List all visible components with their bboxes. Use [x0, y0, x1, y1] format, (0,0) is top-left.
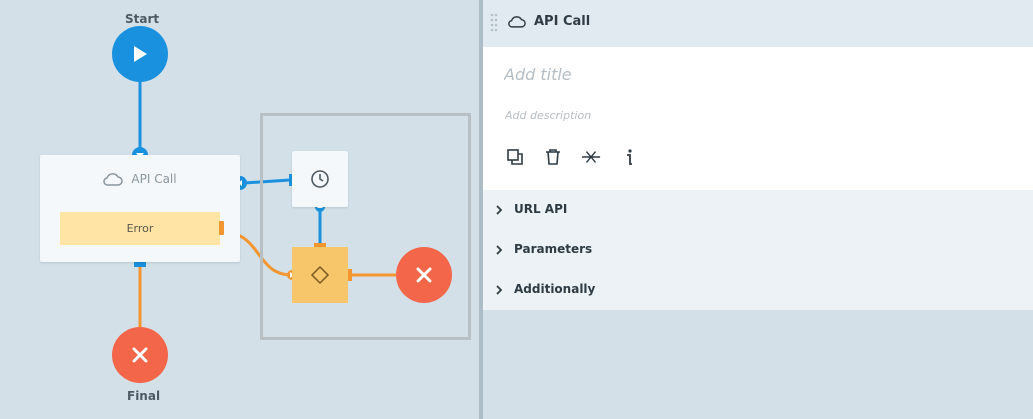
final-label: Final — [127, 389, 161, 403]
panel-body — [483, 47, 1033, 190]
panel-header: API Call — [483, 0, 1033, 47]
flow-canvas[interactable]: Start API Call Error Final — [0, 0, 479, 419]
chevron-right-icon — [496, 205, 503, 215]
api-call-node[interactable]: API Call Error — [40, 155, 240, 262]
play-icon — [134, 46, 147, 62]
diamond-icon — [310, 265, 330, 285]
api-output-port — [134, 262, 146, 267]
section-url-api[interactable]: URL API — [483, 190, 1033, 230]
delete-icon — [546, 149, 560, 165]
section-parameters[interactable]: Parameters — [483, 230, 1033, 270]
section-additionally[interactable]: Additionally — [483, 270, 1033, 310]
close-icon — [416, 267, 432, 283]
condition-node[interactable] — [292, 247, 348, 303]
error-branch[interactable]: Error — [60, 212, 220, 245]
panel-title: API Call — [534, 14, 591, 29]
disconnect-icon — [581, 151, 601, 163]
description-input[interactable] — [505, 109, 1005, 122]
end-node[interactable] — [396, 247, 452, 303]
clock-icon — [311, 170, 329, 188]
drag-handle-icon[interactable] — [489, 12, 499, 34]
copy-button[interactable] — [505, 147, 525, 167]
start-node[interactable] — [112, 26, 168, 82]
chevron-right-icon — [496, 285, 503, 295]
section-label: URL API — [514, 202, 568, 216]
selection-box — [260, 113, 471, 340]
final-node[interactable] — [112, 327, 168, 383]
info-button[interactable] — [619, 147, 639, 167]
cloud-icon — [103, 173, 124, 186]
api-node-label: API Call — [131, 172, 177, 186]
section-label: Additionally — [514, 282, 596, 296]
disconnect-button[interactable] — [581, 147, 601, 167]
copy-icon — [507, 149, 523, 165]
start-label: Start — [125, 12, 160, 26]
cloud-icon — [508, 16, 526, 28]
properties-panel: API Call Add title Add description URL A… — [483, 0, 1033, 419]
delete-button[interactable] — [543, 147, 563, 167]
chevron-right-icon — [496, 245, 503, 255]
error-port[interactable] — [219, 221, 224, 235]
close-icon — [132, 347, 148, 363]
section-label: Parameters — [514, 242, 593, 256]
info-icon — [627, 149, 632, 165]
timer-node[interactable] — [292, 151, 348, 207]
title-input[interactable] — [504, 65, 1004, 84]
toolbar — [505, 147, 639, 167]
